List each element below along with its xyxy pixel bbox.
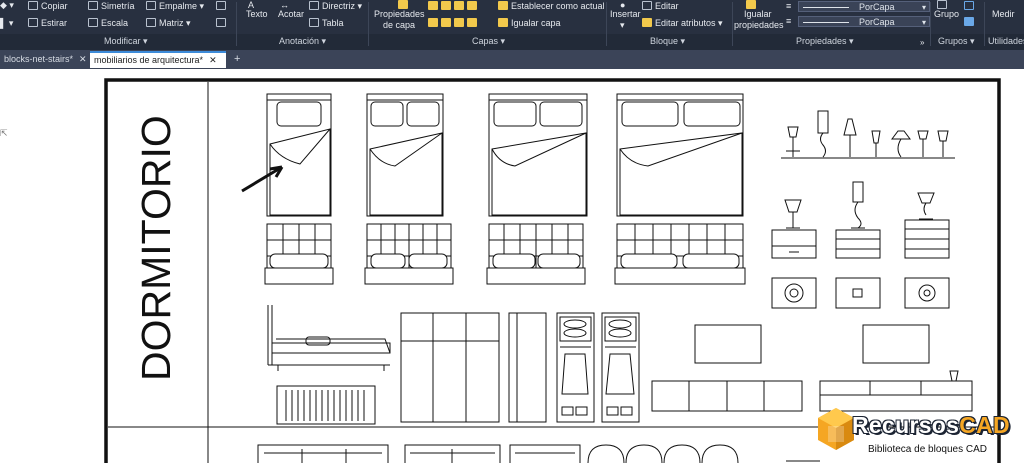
panel-grupos[interactable]: Grupos ▾ (938, 36, 975, 47)
file-tab-bar: blocks-net-stairs* ✕ mobiliarios de arqui… (0, 50, 1024, 69)
array-button[interactable]: Matriz ▾ (146, 18, 191, 29)
layer-properties-label-1[interactable]: Propiedades (374, 9, 425, 20)
divider (930, 2, 931, 46)
bed-king-top (616, 93, 744, 217)
stretch-icon (28, 18, 38, 27)
panel-utilidades[interactable]: Utilidades (988, 36, 1024, 46)
panel-capas[interactable]: Capas ▾ (472, 36, 505, 47)
set-current-icon (498, 1, 508, 10)
mirror-button[interactable]: Simetría (88, 1, 135, 12)
nightstands (771, 181, 950, 259)
bed-queen-top (488, 93, 588, 217)
brand-name: RecursosCAD (852, 412, 1010, 438)
bed-elevation-2 (364, 223, 454, 285)
measure-button[interactable]: Medir (992, 9, 1015, 20)
room-label: DORMITORIO (133, 115, 179, 381)
dimension-button[interactable]: Acotar (278, 9, 304, 20)
array-icon (146, 18, 156, 27)
lineweight-icon: ≡ (786, 1, 792, 11)
set-current-button[interactable]: Establecer como actual (498, 1, 605, 12)
tab-blocks-net-stairs[interactable]: blocks-net-stairs* ✕ (0, 51, 87, 68)
layer-tools-row-1[interactable] (428, 1, 480, 12)
group-select-button[interactable] (964, 17, 977, 28)
brand-subtitle: Biblioteca de bloques CAD (868, 444, 987, 455)
wardrobe-open-2 (601, 312, 640, 423)
ungroup-button[interactable] (964, 1, 977, 12)
bed-single-top (266, 93, 332, 217)
panel-bloque[interactable]: Bloque ▾ (650, 36, 685, 47)
leader-icon (309, 1, 319, 10)
arrow-annotation (241, 165, 284, 193)
nightstands-top (771, 277, 950, 309)
insert-dropdown[interactable]: ▾ (620, 20, 625, 31)
sofas-partial (257, 444, 820, 463)
close-icon[interactable]: ✕ (79, 54, 87, 64)
new-tab-button[interactable]: + (230, 51, 248, 68)
table-icon (309, 18, 319, 27)
panel-modificar[interactable]: Modificar ▾ (104, 36, 148, 47)
layer-tools-row-2[interactable] (428, 18, 480, 29)
layer-properties-label-2[interactable]: de capa (383, 20, 415, 31)
panel-expand-icon[interactable]: » (920, 37, 924, 48)
divider (732, 2, 733, 46)
recursoscad-logo-icon (818, 408, 854, 450)
edit-block-icon (642, 1, 652, 10)
ribbon: ◆ ▾ Copiar Simetría Empalme ▾ ▌ ▾ Estira… (0, 0, 1024, 50)
match-layer-button[interactable]: Igualar capa (498, 18, 561, 29)
bed-double-top (366, 93, 444, 217)
offset-icon (216, 1, 226, 10)
lamps-elevation (781, 110, 955, 159)
panel-anotacion[interactable]: Anotación ▾ (279, 36, 326, 47)
scale-button[interactable]: Escala (88, 18, 128, 29)
cursor-icon: ⇱ (0, 128, 8, 138)
tv-units (651, 324, 973, 412)
divider (606, 2, 607, 46)
ungroup-icon (964, 1, 974, 10)
edit-attributes-icon (642, 18, 652, 27)
move-icon-cut[interactable]: ◆ ▾ (0, 0, 14, 11)
tab-mobiliarios-de-arquitectura[interactable]: mobiliarios de arquitectura* ✕ (90, 51, 226, 68)
bed-elevation-4 (614, 223, 746, 285)
wardrobe-1-door (508, 312, 547, 423)
group-button[interactable]: Grupo (934, 9, 959, 20)
explode-icon (216, 18, 226, 27)
close-icon[interactable]: ✕ (209, 55, 217, 65)
group-select-icon (964, 17, 974, 26)
edit-block-button[interactable]: Editar (642, 1, 679, 12)
ribbon-panel-title-bar (0, 34, 1024, 50)
divider (984, 2, 985, 46)
bed-elevation-3 (486, 223, 586, 285)
match-properties-label-1[interactable]: Igualar (744, 9, 772, 20)
scale-icon (88, 18, 98, 27)
linetype-select[interactable]: PorCapa ▾ (798, 16, 930, 27)
match-properties-label-2[interactable]: propiedades (734, 20, 784, 31)
copy-icon (28, 1, 38, 10)
offset-button[interactable] (216, 1, 229, 12)
mirror-icon (88, 1, 98, 10)
recursoscad-watermark: RecursosCAD Biblioteca de bloques CAD (814, 404, 1024, 463)
linetype-icon: ≡ (786, 16, 792, 26)
fillet-icon (146, 1, 156, 10)
edit-attributes-button[interactable]: Editar atributos ▾ (642, 18, 723, 29)
lineweight-select[interactable]: PorCapa ▾ (798, 1, 930, 12)
bed-side-elevation (267, 305, 391, 371)
panel-propiedades[interactable]: Propiedades ▾ (796, 36, 854, 47)
wardrobe-3-doors (400, 312, 500, 423)
match-layer-icon (498, 18, 508, 27)
fillet-button[interactable]: Empalme ▾ (146, 1, 204, 12)
explode-button[interactable] (216, 18, 229, 29)
insert-button[interactable]: Insertar (610, 9, 641, 20)
stretch-button[interactable]: Estirar (28, 18, 67, 29)
copy-button[interactable]: Copiar (28, 1, 68, 12)
leader-button[interactable]: Directriz ▾ (309, 1, 362, 12)
radiator (276, 385, 376, 425)
table-button[interactable]: Tabla (309, 18, 344, 29)
bed-elevation-1 (264, 223, 334, 285)
wardrobe-open-1 (556, 312, 595, 423)
divider (368, 2, 369, 46)
text-button[interactable]: Texto (246, 9, 268, 20)
trim-button[interactable]: ▌ ▾ (0, 18, 13, 29)
divider (236, 2, 237, 46)
